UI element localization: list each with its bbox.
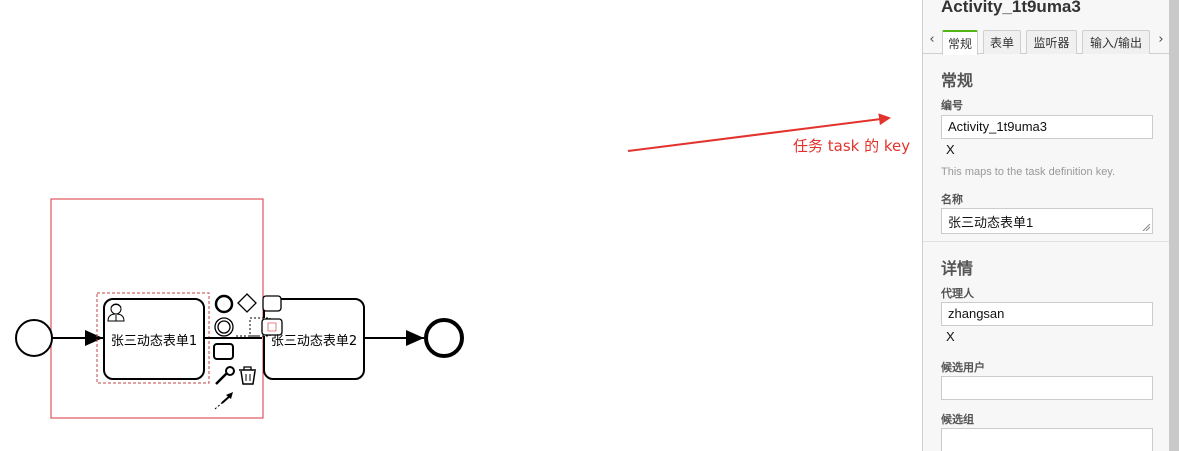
start-event[interactable]: [15, 319, 53, 357]
assignee-label: 代理人: [941, 287, 974, 300]
name-textarea[interactable]: 张三动态表单1: [941, 208, 1153, 234]
bpmn-diagram[interactable]: [0, 0, 922, 451]
candidate-users-label: 候选用户: [941, 361, 985, 374]
tab-scroll-right-icon[interactable]: ›: [1155, 32, 1167, 47]
append-gateway-icon[interactable]: [237, 293, 257, 313]
section-general-title: 常规: [941, 71, 974, 90]
tab-general[interactable]: 常规: [942, 30, 978, 55]
section-details-title: 详情: [941, 259, 974, 278]
resize-grip-icon[interactable]: [1142, 223, 1150, 231]
id-input[interactable]: Activity_1t9uma3: [941, 115, 1153, 139]
annotation-text: 任务 task 的 key: [793, 137, 911, 155]
panel-tabs: ‹ 常规 表单 监听器 输入/输出 ›: [923, 28, 1170, 55]
tab-listeners[interactable]: 监听器: [1026, 30, 1077, 54]
id-clear-button[interactable]: X: [946, 142, 955, 157]
candidate-users-input[interactable]: [941, 376, 1153, 400]
assignee-input[interactable]: zhangsan: [941, 302, 1153, 326]
id-help-text: This maps to the task definition key.: [941, 166, 1116, 178]
connect-arrow-icon[interactable]: [214, 392, 233, 410]
section-divider: [923, 241, 1170, 242]
properties-panel: Activity_1t9uma3 ‹ 常规 表单 监听器 输入/输出 › 常规 …: [922, 0, 1179, 451]
end-event[interactable]: [424, 318, 464, 358]
task2-label: 张三动态表单2: [270, 333, 358, 349]
name-value: 张三动态表单1: [948, 215, 1034, 230]
append-intermediate-event-icon[interactable]: [214, 317, 234, 337]
id-label: 编号: [941, 99, 963, 112]
tab-scroll-left-icon[interactable]: ‹: [926, 32, 938, 47]
diagram-canvas[interactable]: 张三动态表单1 张三动态表单2 任务 task 的 key: [0, 0, 922, 451]
candidate-groups-input[interactable]: [941, 428, 1153, 451]
trash-icon[interactable]: [239, 366, 256, 385]
wrench-icon[interactable]: [215, 366, 235, 385]
candidate-groups-label: 候选组: [941, 413, 974, 426]
panel-scrollbar[interactable]: [1169, 0, 1179, 451]
task1-label: 张三动态表单1: [110, 333, 198, 349]
name-label: 名称: [941, 193, 963, 206]
assignee-clear-button[interactable]: X: [946, 329, 955, 344]
append-subprocess-icon[interactable]: [213, 343, 234, 360]
tab-input-output[interactable]: 输入/输出: [1082, 30, 1150, 54]
tab-form[interactable]: 表单: [983, 30, 1021, 54]
append-end-event-icon[interactable]: [214, 294, 234, 314]
panel-title: Activity_1t9uma3: [941, 0, 1081, 16]
